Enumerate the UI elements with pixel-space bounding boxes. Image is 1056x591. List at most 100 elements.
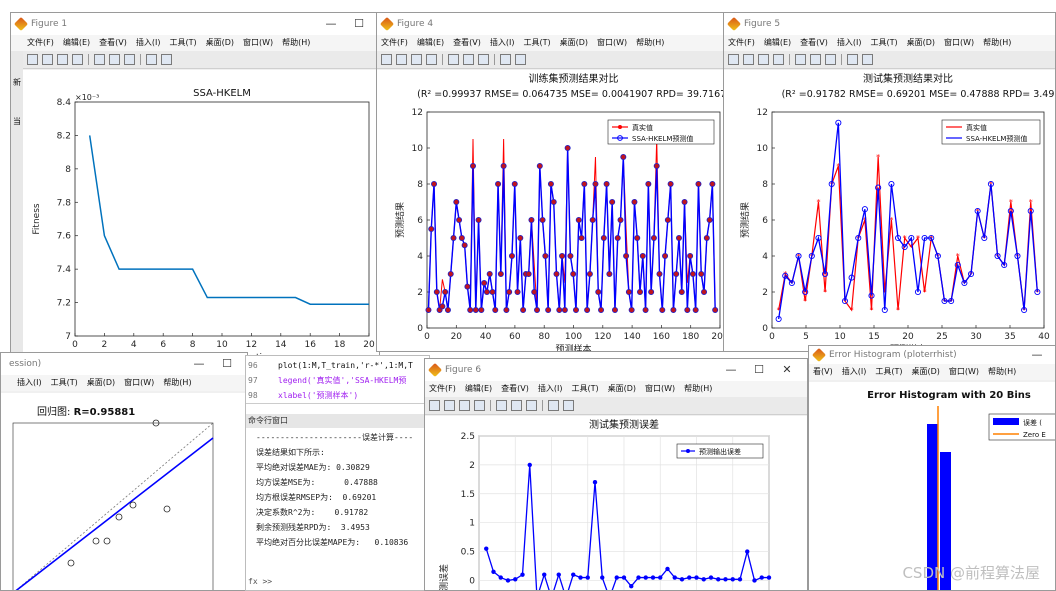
command-prompt[interactable]: fx >>: [246, 577, 272, 586]
save-icon[interactable]: [411, 54, 422, 65]
maximize-button[interactable]: ☐: [745, 359, 773, 381]
menu-desktop[interactable]: 桌面(D): [911, 367, 939, 376]
regression-window[interactable]: ession) — ☐ 插入(I) 工具(T) 桌面(D) 窗口(W) 帮助(H) 回归图…: [0, 352, 248, 591]
menu-help[interactable]: 帮助(H): [684, 384, 712, 393]
menu-tools[interactable]: 工具(T): [571, 384, 598, 393]
link-plot-icon[interactable]: [795, 54, 806, 65]
open-file-icon[interactable]: [444, 400, 455, 411]
minimize-button[interactable]: —: [317, 13, 345, 35]
pointer-icon[interactable]: [847, 54, 858, 65]
menu-help[interactable]: 帮助(H): [988, 367, 1016, 376]
new-figure-icon[interactable]: [429, 400, 440, 411]
menu-insert[interactable]: 插入(I): [490, 38, 515, 47]
pointer-icon[interactable]: [146, 54, 157, 65]
minimize-button[interactable]: —: [717, 359, 745, 381]
figure1-window[interactable]: Figure 1 — ☐ 文件(F) 编辑(E) 查看(V) 插入(I) 工具(T) 桌面(…: [10, 12, 380, 356]
command-window[interactable]: 96 plot(1:M,T_train,'r-*',1:M,T 97 legend(…: [245, 355, 430, 591]
new-figure-icon[interactable]: [27, 54, 38, 65]
minimize-button[interactable]: —: [1023, 346, 1051, 364]
figure6-titlebar[interactable]: Figure 6 — ☐ ✕: [425, 359, 807, 381]
print-icon[interactable]: [72, 54, 83, 65]
menu-desktop[interactable]: 桌面(D): [560, 38, 588, 47]
figure4-titlebar[interactable]: Figure 4: [377, 13, 724, 35]
menu-insert[interactable]: 插入(I): [538, 384, 563, 393]
menu-insert[interactable]: 插入(I): [17, 378, 42, 387]
dock-icon[interactable]: [862, 54, 873, 65]
menu-view[interactable]: 查看(V): [501, 384, 529, 393]
new-figure-icon[interactable]: [381, 54, 392, 65]
menu-window[interactable]: 窗口(W): [944, 38, 974, 47]
figure6-window[interactable]: Figure 6 — ☐ ✕ 文件(F) 编辑(E) 查看(V) 插入(I) 工具(T) 桌面…: [424, 358, 808, 591]
menu-tools[interactable]: 工具(T): [523, 38, 550, 47]
menu-view[interactable]: 查看(V): [99, 38, 127, 47]
menu-desktop[interactable]: 桌面(D): [608, 384, 636, 393]
figure5-titlebar[interactable]: Figure 5: [724, 13, 1055, 35]
menu-help[interactable]: 帮助(H): [163, 378, 191, 387]
figure1-titlebar[interactable]: Figure 1 — ☐: [11, 13, 379, 35]
menu-insert[interactable]: 插入(I): [837, 38, 862, 47]
dock-icon[interactable]: [161, 54, 172, 65]
menu-insert[interactable]: 插入(I): [842, 367, 867, 376]
menu-window[interactable]: 窗口(W): [597, 38, 627, 47]
errhist-window[interactable]: Error Histogram (ploterrhist) — 看(V) 插入(I…: [808, 345, 1056, 591]
link-plot-icon[interactable]: [496, 400, 507, 411]
legend-icon[interactable]: [478, 54, 489, 65]
menu-window[interactable]: 窗口(W): [645, 384, 675, 393]
menu-tools[interactable]: 工具(T): [51, 378, 78, 387]
menu-view[interactable]: 查看(V): [800, 38, 828, 47]
close-button[interactable]: ✕: [773, 359, 801, 381]
maximize-button[interactable]: ☐: [345, 13, 373, 35]
link-plot-icon[interactable]: [448, 54, 459, 65]
open-file-icon[interactable]: [42, 54, 53, 65]
menu-insert[interactable]: 插入(I): [136, 38, 161, 47]
colorbar-icon[interactable]: [810, 54, 821, 65]
legend-icon[interactable]: [124, 54, 135, 65]
save-icon[interactable]: [459, 400, 470, 411]
menu-edit[interactable]: 编辑(E): [465, 384, 492, 393]
menu-file[interactable]: 文件(F): [381, 38, 408, 47]
colorbar-icon[interactable]: [463, 54, 474, 65]
menu-file[interactable]: 文件(F): [27, 38, 54, 47]
menu-edit[interactable]: 编辑(E): [63, 38, 90, 47]
menu-window[interactable]: 窗口(W): [949, 367, 979, 376]
link-plot-icon[interactable]: [94, 54, 105, 65]
print-icon[interactable]: [773, 54, 784, 65]
menu-desktop[interactable]: 桌面(D): [206, 38, 234, 47]
colorbar-icon[interactable]: [511, 400, 522, 411]
print-icon[interactable]: [474, 400, 485, 411]
colorbar-icon[interactable]: [109, 54, 120, 65]
menu-help[interactable]: 帮助(H): [282, 38, 310, 47]
menu-window[interactable]: 窗口(W): [243, 38, 273, 47]
minimize-button[interactable]: —: [185, 353, 213, 375]
legend-icon[interactable]: [526, 400, 537, 411]
menu-file[interactable]: 文件(F): [728, 38, 755, 47]
dock-icon[interactable]: [515, 54, 526, 65]
menu-tools[interactable]: 工具(T): [870, 38, 897, 47]
legend-icon[interactable]: [825, 54, 836, 65]
menu-edit[interactable]: 编辑(E): [764, 38, 791, 47]
save-icon[interactable]: [57, 54, 68, 65]
maximize-button[interactable]: ☐: [213, 353, 241, 375]
menu-window[interactable]: 窗口(W): [124, 378, 154, 387]
figure4-window[interactable]: Figure 4 文件(F) 编辑(E) 查看(V) 插入(I) 工具(T) 桌面(D) 窗…: [376, 12, 725, 352]
print-icon[interactable]: [426, 54, 437, 65]
open-file-icon[interactable]: [743, 54, 754, 65]
regression-titlebar[interactable]: ession) — ☐: [1, 353, 247, 375]
menu-edit[interactable]: 编辑(E): [417, 38, 444, 47]
menu-file[interactable]: 文件(F): [429, 384, 456, 393]
open-file-icon[interactable]: [396, 54, 407, 65]
menu-tools[interactable]: 工具(T): [169, 38, 196, 47]
menu-help[interactable]: 帮助(H): [983, 38, 1011, 47]
figure5-window[interactable]: Figure 5 文件(F) 编辑(E) 查看(V) 插入(I) 工具(T) 桌面(D) 窗…: [723, 12, 1056, 352]
save-icon[interactable]: [758, 54, 769, 65]
menu-tools[interactable]: 工具(T): [875, 367, 902, 376]
menu-help[interactable]: 帮助(H): [636, 38, 664, 47]
menu-desktop[interactable]: 桌面(D): [87, 378, 115, 387]
errhist-titlebar[interactable]: Error Histogram (ploterrhist) —: [809, 346, 1055, 364]
pointer-icon[interactable]: [548, 400, 559, 411]
menu-desktop[interactable]: 桌面(D): [907, 38, 935, 47]
menu-view[interactable]: 查看(V): [453, 38, 481, 47]
pointer-icon[interactable]: [500, 54, 511, 65]
dock-icon[interactable]: [563, 400, 574, 411]
new-figure-icon[interactable]: [728, 54, 739, 65]
